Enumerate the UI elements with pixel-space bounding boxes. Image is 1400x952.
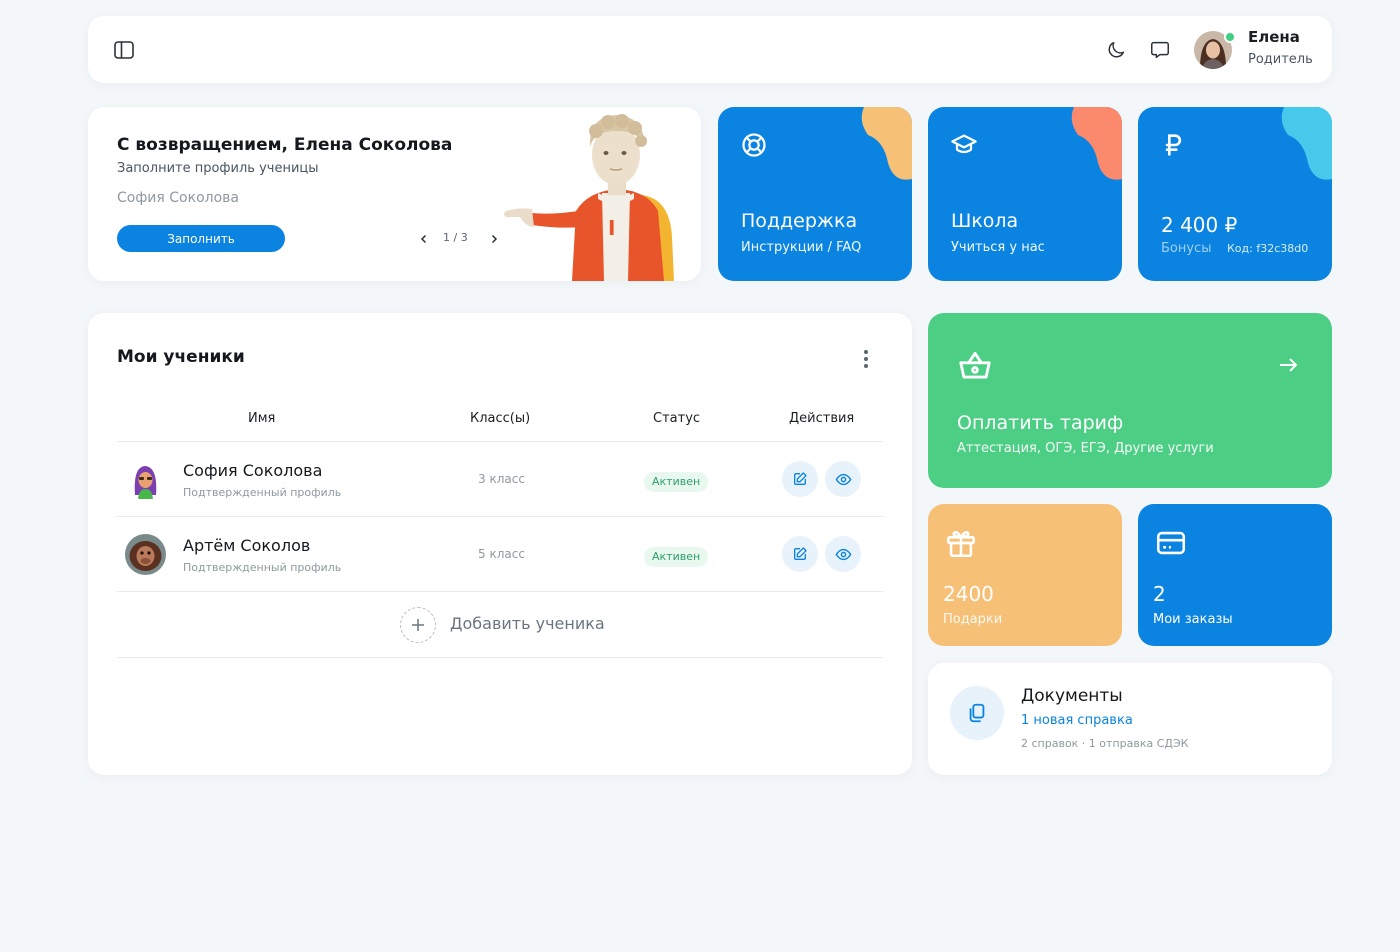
- gifts-label: Подарки: [943, 612, 1003, 627]
- fill-profile-button[interactable]: Заполнить: [117, 225, 285, 252]
- bonus-tile[interactable]: 2 400 ₽ Бонусы Код: f32c38d0: [1138, 107, 1332, 281]
- decorative-blob: [1281, 107, 1332, 180]
- gift-icon: [944, 526, 980, 562]
- edit-icon[interactable]: [782, 461, 818, 497]
- orders-label: Мои заказы: [1153, 612, 1233, 627]
- documents-card[interactable]: Документы 1 новая справка 2 справок · 1 …: [928, 663, 1332, 775]
- pay-tariff-card[interactable]: Оплатить тариф Аттестация, ОГЭ, ЕГЭ, Дру…: [928, 313, 1332, 488]
- welcome-student-name: София Соколова: [117, 190, 239, 206]
- basket-icon: [956, 347, 996, 387]
- lifebuoy-icon: [740, 131, 772, 163]
- school-tile[interactable]: Школа Учиться у нас: [928, 107, 1122, 281]
- edit-icon[interactable]: [782, 536, 818, 572]
- plus-icon[interactable]: [400, 607, 436, 643]
- sidebar-toggle-icon[interactable]: [110, 36, 138, 64]
- status-badge: Активен: [644, 547, 709, 567]
- chevron-left-icon[interactable]: [414, 229, 434, 249]
- user-role: Родитель: [1248, 52, 1313, 67]
- moon-icon[interactable]: [1102, 36, 1130, 64]
- student-avatar: [125, 459, 166, 500]
- eye-icon[interactable]: [825, 536, 861, 572]
- student-avatar: [125, 534, 166, 575]
- students-card: Мои ученики Имя Класс(ы) Статус Действия…: [88, 313, 912, 775]
- support-title: Поддержка: [741, 210, 858, 232]
- student-name[interactable]: Артём Соколов: [183, 536, 310, 555]
- chat-icon[interactable]: [1146, 36, 1174, 64]
- carousel-counter: 1 / 3: [443, 231, 468, 244]
- students-title: Мои ученики: [117, 347, 245, 367]
- add-student-button[interactable]: Добавить ученика: [450, 614, 605, 633]
- top-bar: Елена Родитель: [88, 16, 1332, 83]
- column-header-name[interactable]: Имя: [248, 411, 275, 426]
- column-header-actions: Действия: [789, 411, 855, 426]
- school-subtitle: Учиться у нас: [951, 240, 1045, 255]
- table-row[interactable]: Артём Соколов Подтвержденный профиль 5 к…: [117, 517, 883, 591]
- arrow-right-icon[interactable]: [1274, 351, 1302, 379]
- welcome-title: С возвращением, Елена Соколова: [117, 135, 453, 155]
- student-class: 5 класс: [478, 547, 525, 561]
- documents-new-link[interactable]: 1 новая справка: [1021, 713, 1133, 728]
- user-name: Елена: [1248, 28, 1300, 46]
- student-subtitle: Подтвержденный профиль: [183, 486, 342, 499]
- decorative-blob: [1071, 107, 1122, 180]
- orders-card[interactable]: 2 Мои заказы: [1138, 504, 1332, 646]
- gifts-value: 2400: [943, 582, 994, 606]
- table-row[interactable]: София Соколова Подтвержденный профиль 3 …: [117, 442, 883, 516]
- support-tile[interactable]: Поддержка Инструкции / FAQ: [718, 107, 912, 281]
- mascot-illustration: I: [492, 107, 692, 281]
- divider: [117, 657, 883, 658]
- more-vertical-icon[interactable]: [854, 347, 878, 371]
- support-subtitle: Инструкции / FAQ: [741, 240, 862, 255]
- eye-icon[interactable]: [825, 461, 861, 497]
- svg-text:I: I: [608, 216, 615, 240]
- decorative-blob: [861, 107, 912, 180]
- welcome-card: С возвращением, Елена Соколова Заполните…: [88, 107, 701, 281]
- bonus-amount: 2 400 ₽: [1161, 213, 1238, 237]
- credit-card-icon: [1154, 526, 1190, 562]
- gifts-card[interactable]: 2400 Подарки: [928, 504, 1122, 646]
- documents-title: Документы: [1021, 686, 1123, 706]
- student-subtitle: Подтвержденный профиль: [183, 561, 342, 574]
- welcome-subtitle: Заполните профиль ученицы: [117, 161, 319, 176]
- column-header-status[interactable]: Статус: [653, 411, 700, 426]
- online-status-dot: [1224, 31, 1236, 43]
- graduation-cap-icon: [950, 131, 982, 163]
- bonus-label: Бонусы: [1161, 241, 1212, 256]
- student-name[interactable]: София Соколова: [183, 461, 322, 480]
- status-badge: Активен: [644, 472, 709, 492]
- student-class: 3 класс: [478, 472, 525, 486]
- ruble-icon: [1160, 131, 1192, 163]
- documents-meta: 2 справок · 1 отправка СДЭК: [1021, 737, 1189, 750]
- bonus-code[interactable]: Код: f32c38d0: [1227, 242, 1308, 255]
- pay-title: Оплатить тариф: [957, 412, 1124, 434]
- pay-subtitle: Аттестация, ОГЭ, ЕГЭ, Другие услуги: [957, 441, 1214, 456]
- column-header-class[interactable]: Класс(ы): [470, 411, 530, 426]
- documents-icon: [950, 686, 1004, 740]
- orders-value: 2: [1153, 582, 1166, 606]
- divider: [117, 591, 883, 592]
- school-title: Школа: [951, 210, 1019, 232]
